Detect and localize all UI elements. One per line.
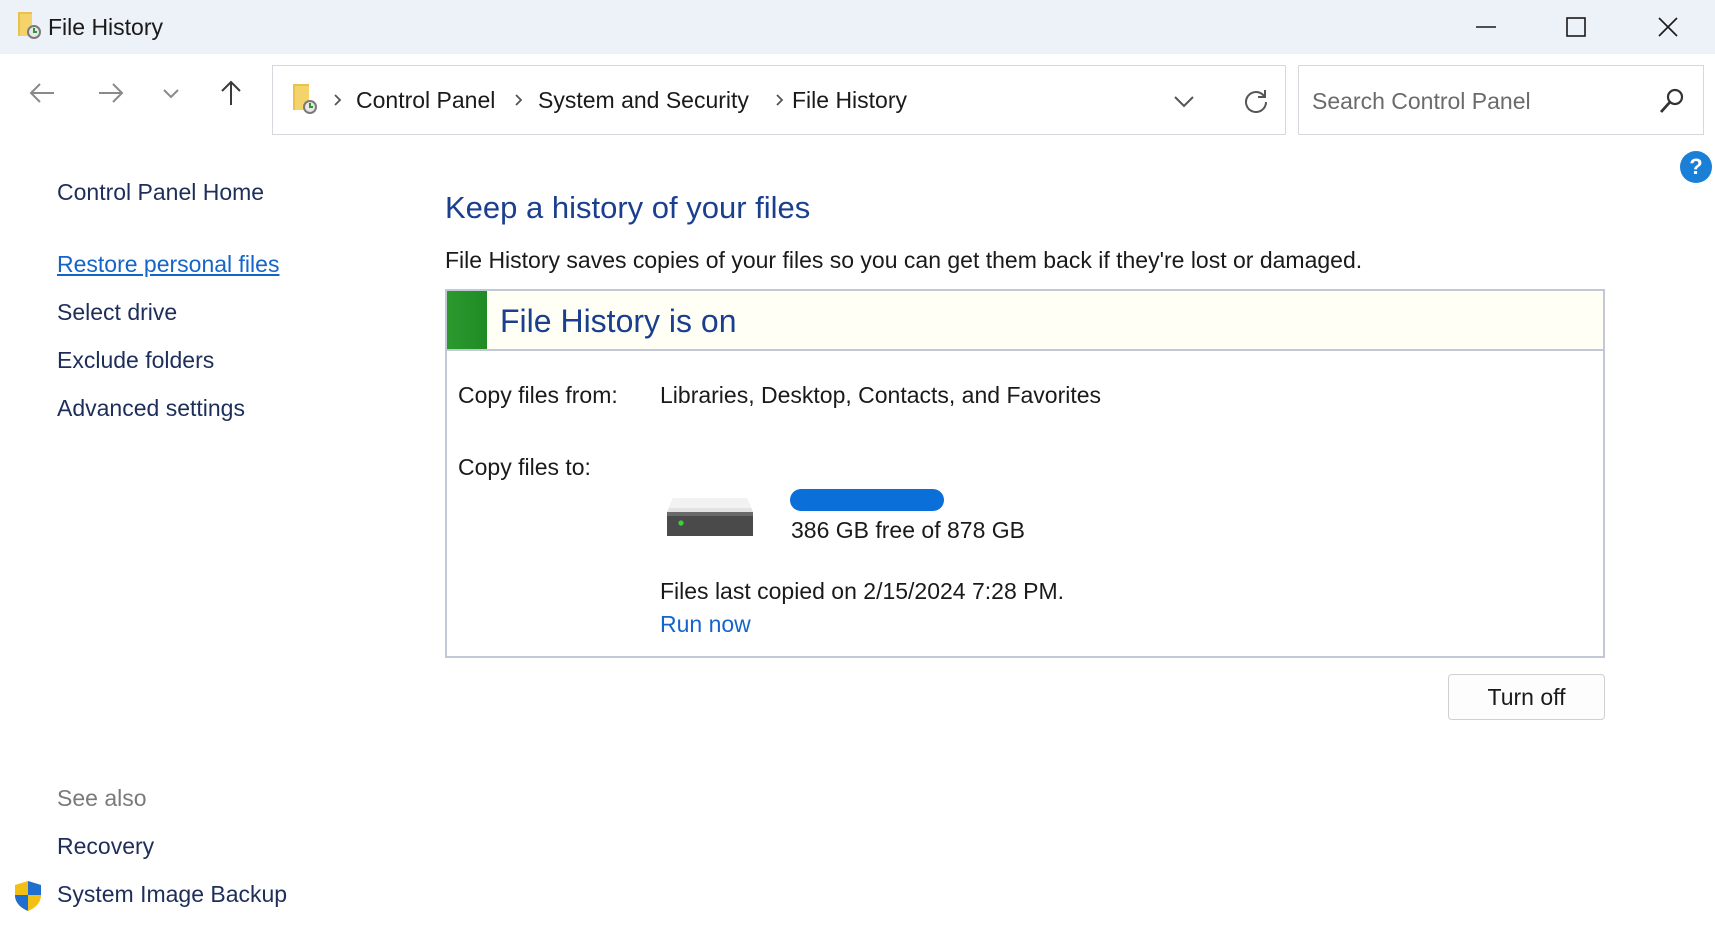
sidebar-item-advanced-settings[interactable]: Advanced settings — [57, 395, 245, 422]
page-title: Keep a history of your files — [445, 190, 811, 225]
back-button[interactable] — [17, 68, 67, 118]
maximize-icon — [1566, 17, 1586, 37]
close-icon — [1658, 17, 1678, 37]
recent-locations-button[interactable] — [146, 68, 196, 118]
chevron-right-icon — [330, 90, 344, 110]
refresh-button[interactable] — [1231, 80, 1281, 122]
arrow-right-icon — [99, 83, 124, 103]
minimize-icon — [1476, 26, 1496, 28]
address-bar[interactable]: Control Panel System and Security File H… — [272, 65, 1286, 135]
copy-from-label: Copy files from: — [458, 382, 618, 408]
status-header: File History is on — [447, 291, 1603, 351]
file-history-status-panel: File History is on Copy files from: Libr… — [445, 289, 1605, 658]
run-now-link[interactable]: Run now — [660, 611, 751, 638]
minimize-button[interactable] — [1440, 0, 1532, 54]
sidebar-item-restore-personal-files[interactable]: Restore personal files — [57, 251, 279, 278]
left-navigation: Control Panel Home Restore personal file… — [0, 138, 400, 949]
drive-space: 386 GB free of 878 GB — [791, 517, 1025, 543]
uac-shield-icon — [15, 881, 41, 911]
search-box[interactable]: Search Control Panel — [1298, 65, 1704, 135]
address-dropdown-button[interactable] — [1159, 80, 1209, 122]
search-input[interactable]: Search Control Panel — [1312, 88, 1531, 115]
status-indicator — [447, 291, 487, 349]
status-text: File History is on — [500, 303, 737, 339]
search-icon[interactable] — [1657, 86, 1687, 116]
copy-to-label: Copy files to: — [458, 454, 591, 480]
chevron-right-icon — [511, 90, 525, 110]
see-also-system-image-backup-link[interactable]: System Image Backup — [57, 881, 287, 908]
refresh-icon — [1245, 90, 1267, 113]
forward-button[interactable] — [86, 68, 136, 118]
see-also-recovery-link[interactable]: Recovery — [57, 833, 154, 860]
arrow-left-icon — [29, 83, 54, 103]
window-title: File History — [48, 14, 164, 40]
chevron-right-icon — [772, 90, 786, 110]
last-copied-text: Files last copied on 2/15/2024 7:28 PM. — [660, 578, 1065, 604]
maximize-button[interactable] — [1530, 0, 1622, 54]
navigation-bar: Control Panel System and Security File H… — [0, 54, 1715, 138]
file-history-icon — [18, 12, 41, 39]
page-description: File History saves copies of your files … — [445, 247, 1363, 273]
chevron-down-icon — [1174, 96, 1194, 108]
sidebar-item-control-panel-home[interactable]: Control Panel Home — [57, 179, 264, 206]
sidebar-item-select-drive[interactable]: Select drive — [57, 299, 177, 326]
chevron-down-icon — [163, 89, 179, 99]
drive-name-redacted — [790, 489, 944, 511]
file-history-icon — [293, 84, 317, 114]
arrow-up-icon — [221, 80, 241, 105]
help-button[interactable]: ? — [1680, 151, 1712, 183]
breadcrumb-control-panel[interactable]: Control Panel — [356, 87, 495, 114]
hard-drive-icon — [667, 498, 753, 536]
breadcrumb-system-and-security[interactable]: System and Security — [538, 87, 749, 114]
turn-off-button[interactable]: Turn off — [1448, 674, 1605, 720]
sidebar-item-exclude-folders[interactable]: Exclude folders — [57, 347, 214, 374]
up-button[interactable] — [206, 68, 256, 118]
close-button[interactable] — [1622, 0, 1714, 54]
breadcrumb-file-history[interactable]: File History — [792, 87, 907, 114]
see-also-heading: See also — [57, 785, 147, 811]
title-bar: File History — [0, 0, 1715, 54]
copy-from-value: Libraries, Desktop, Contacts, and Favori… — [660, 382, 1102, 408]
